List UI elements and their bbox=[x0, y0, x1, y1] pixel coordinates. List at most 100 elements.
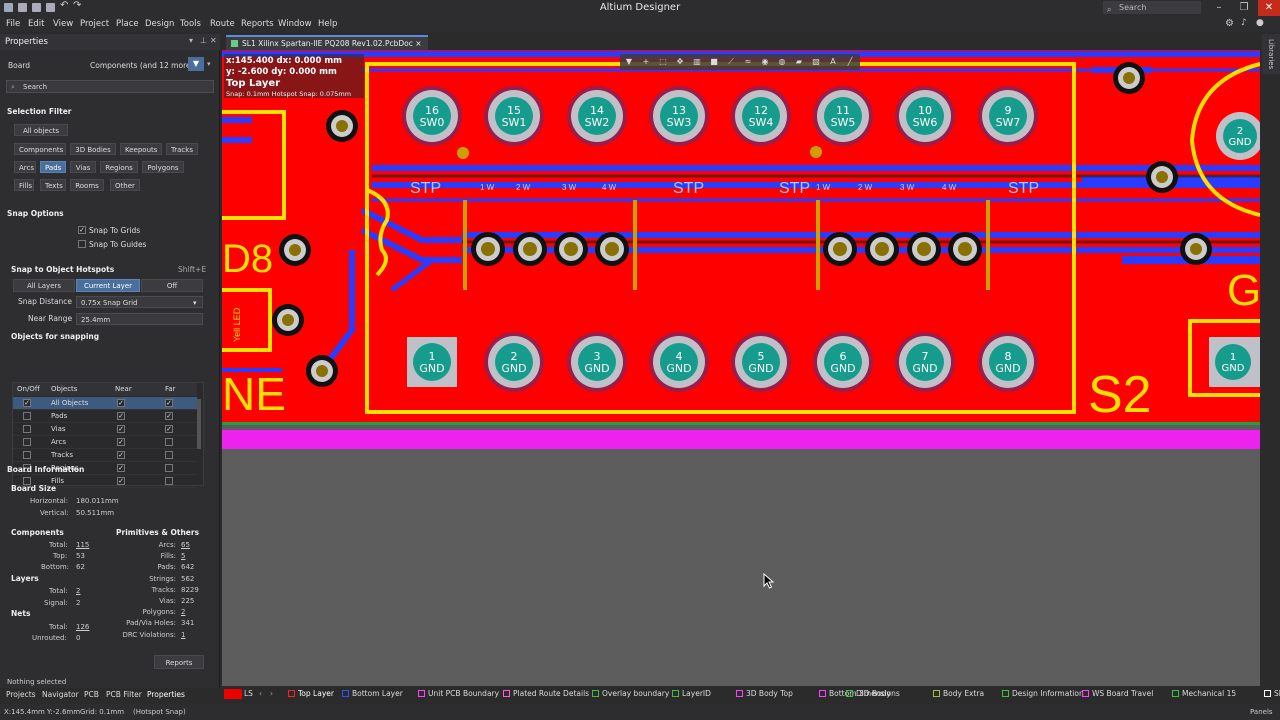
onoff-checkbox[interactable]: ✓ bbox=[23, 399, 31, 407]
gear-icon[interactable]: ⚙ bbox=[1225, 18, 1234, 29]
via-icon[interactable]: ◍ bbox=[777, 57, 787, 67]
panels-button[interactable]: Panels bbox=[1250, 708, 1273, 716]
move-icon[interactable]: ✥ bbox=[675, 57, 685, 67]
near-checkbox[interactable]: ✓ bbox=[117, 399, 125, 407]
near-checkbox[interactable]: ✓ bbox=[117, 477, 125, 485]
table-row[interactable]: ✓ All Objects ✓ ✓ bbox=[13, 397, 197, 410]
layers-total-value[interactable]: 2 bbox=[76, 587, 80, 595]
filter-polygons-button[interactable]: Polygons bbox=[142, 161, 184, 173]
tab-properties[interactable]: Properties bbox=[147, 690, 185, 699]
prim-arcs-value[interactable]: 65 bbox=[181, 541, 190, 549]
line-tool-icon[interactable]: ╱ bbox=[845, 57, 855, 67]
near-checkbox[interactable]: ✓ bbox=[117, 438, 125, 446]
menu-file[interactable]: File bbox=[6, 16, 20, 32]
snap-to-guides-checkbox[interactable] bbox=[78, 240, 86, 248]
filter-texts-button[interactable]: Texts bbox=[40, 179, 66, 191]
panel-close-icon[interactable]: ✕ bbox=[210, 36, 217, 45]
snap-to-grids-checkbox[interactable]: ✓ bbox=[78, 226, 86, 234]
pcb-board[interactable]: STP STP STP STP 1 W 2 W 3 W 4 W 1 W 2 W 3 W 4 W S2 D8… bbox=[222, 50, 1260, 450]
table-row[interactable]: Arcs ✓ bbox=[13, 436, 197, 449]
layer-tab-8[interactable]: Dimensions bbox=[846, 689, 900, 698]
layer-next-icon[interactable]: › bbox=[270, 689, 273, 698]
far-checkbox[interactable]: ✓ bbox=[165, 399, 173, 407]
maximize-button[interactable]: ❐ bbox=[1233, 0, 1255, 16]
tab-projects[interactable]: Projects bbox=[6, 690, 36, 699]
layer-tab-6[interactable]: 3D Body Top bbox=[736, 689, 793, 698]
filter-keepouts-button[interactable]: Keepouts bbox=[120, 143, 162, 155]
current-layer-swatch[interactable] bbox=[224, 689, 242, 699]
snap-distance-select[interactable]: 0.75x Snap Grid ▾ bbox=[76, 296, 203, 308]
all-layers-toggle[interactable]: All Layers bbox=[13, 279, 75, 292]
prim-drc-value[interactable]: 1 bbox=[181, 631, 185, 639]
near-checkbox[interactable]: ✓ bbox=[117, 412, 125, 420]
fill-icon[interactable]: ▰ bbox=[794, 57, 804, 67]
tab-pcb[interactable]: PCB bbox=[84, 690, 99, 699]
menu-tools[interactable]: Tools bbox=[180, 16, 201, 32]
chart-icon[interactable]: ▥ bbox=[692, 57, 702, 67]
keepout-icon[interactable]: ▧ bbox=[811, 57, 821, 67]
tab-navigator[interactable]: Navigator bbox=[42, 690, 79, 699]
filter-tool-icon[interactable]: ▼ bbox=[624, 57, 634, 67]
near-range-input[interactable]: 25.4mm bbox=[76, 313, 203, 325]
current-layer-toggle[interactable]: Current Layer bbox=[76, 279, 140, 292]
close-button[interactable]: ✕ bbox=[1258, 0, 1280, 16]
filter-tracks-button[interactable]: Tracks bbox=[166, 143, 198, 155]
properties-search-input[interactable]: ⌕ Search bbox=[6, 80, 214, 93]
libraries-side-tab[interactable]: Libraries bbox=[1262, 34, 1280, 74]
component-icon[interactable]: ■ bbox=[709, 57, 719, 67]
filter-fills-button[interactable]: Fills bbox=[14, 179, 34, 191]
tab-pcb-document[interactable]: SL1 Xilinx Spartan-IIE PQ208 Rev1.02.Pcb… bbox=[226, 35, 428, 50]
cross-tool-icon[interactable]: + bbox=[641, 57, 651, 67]
filter-icon[interactable]: ▼ bbox=[188, 57, 204, 71]
user-icon[interactable]: ● bbox=[1256, 18, 1264, 28]
far-checkbox[interactable] bbox=[165, 451, 173, 459]
filter-rooms-button[interactable]: Rooms bbox=[70, 179, 104, 191]
layer-set-button[interactable]: LS bbox=[244, 689, 253, 698]
near-checkbox[interactable]: ✓ bbox=[117, 464, 125, 472]
menu-edit[interactable]: Edit bbox=[28, 16, 44, 32]
snap-off-toggle[interactable]: Off bbox=[141, 279, 203, 292]
menu-place[interactable]: Place bbox=[116, 16, 139, 32]
table-row[interactable]: Vias ✓ ✓ bbox=[13, 423, 197, 436]
pad-icon[interactable]: ◉ bbox=[760, 57, 770, 67]
far-checkbox[interactable] bbox=[165, 464, 173, 472]
filter-regions-button[interactable]: Regions bbox=[100, 161, 138, 173]
filter-all-objects-button[interactable]: All objects bbox=[14, 124, 68, 136]
far-checkbox[interactable]: ✓ bbox=[165, 412, 173, 420]
minimize-button[interactable]: – bbox=[1208, 0, 1230, 16]
menu-route[interactable]: Route bbox=[210, 16, 235, 32]
select-rect-icon[interactable]: ⬚ bbox=[658, 57, 668, 67]
filter-3d-bodies-button[interactable]: 3D Bodies bbox=[70, 143, 116, 155]
snap-options-title[interactable]: Snap Options bbox=[7, 209, 64, 218]
pcb-canvas[interactable]: STP STP STP STP 1 W 2 W 3 W 4 W 1 W 2 W 3 W 4 W S2 D8… bbox=[222, 50, 1260, 686]
pin-icon[interactable]: ⊥ bbox=[200, 36, 207, 45]
tab-pcb-filter[interactable]: PCB Filter bbox=[106, 690, 142, 699]
bell-icon[interactable]: ♪ bbox=[1241, 18, 1247, 28]
diff-pair-icon[interactable]: ≈ bbox=[743, 57, 753, 67]
layer-tab-13[interactable]: Sheet Detail bbox=[1264, 689, 1280, 698]
menu-project[interactable]: Project bbox=[80, 16, 109, 32]
far-checkbox[interactable] bbox=[165, 477, 173, 485]
onoff-checkbox[interactable] bbox=[23, 425, 31, 433]
near-checkbox[interactable]: ✓ bbox=[117, 425, 125, 433]
tab-close-icon[interactable]: × bbox=[415, 39, 421, 48]
panel-menu-icon[interactable]: ▾ bbox=[189, 36, 193, 45]
menu-help[interactable]: Help bbox=[318, 16, 337, 32]
layer-tab-4[interactable]: Overlay boundary bbox=[592, 689, 669, 698]
filter-components-button[interactable]: Components bbox=[14, 143, 66, 155]
table-row[interactable]: Pads ✓ ✓ bbox=[13, 410, 197, 423]
menu-design[interactable]: Design bbox=[145, 16, 174, 32]
onoff-checkbox[interactable] bbox=[23, 438, 31, 446]
menu-view[interactable]: View bbox=[53, 16, 73, 32]
near-checkbox[interactable]: ✓ bbox=[117, 451, 125, 459]
layer-tab-9[interactable]: Body Extra bbox=[933, 689, 984, 698]
layer-tab-0[interactable]: Top Layer bbox=[288, 689, 334, 698]
table-scrollbar[interactable] bbox=[197, 399, 201, 449]
scope-label[interactable]: Components (and 12 more) bbox=[90, 61, 194, 70]
filter-dropdown-icon[interactable]: ▾ bbox=[207, 60, 211, 68]
far-checkbox[interactable]: ✓ bbox=[165, 425, 173, 433]
layer-tab-5[interactable]: LayerID bbox=[672, 689, 711, 698]
reports-button[interactable]: Reports bbox=[154, 655, 204, 669]
filter-pads-button[interactable]: Pads bbox=[40, 161, 66, 173]
far-checkbox[interactable] bbox=[165, 438, 173, 446]
